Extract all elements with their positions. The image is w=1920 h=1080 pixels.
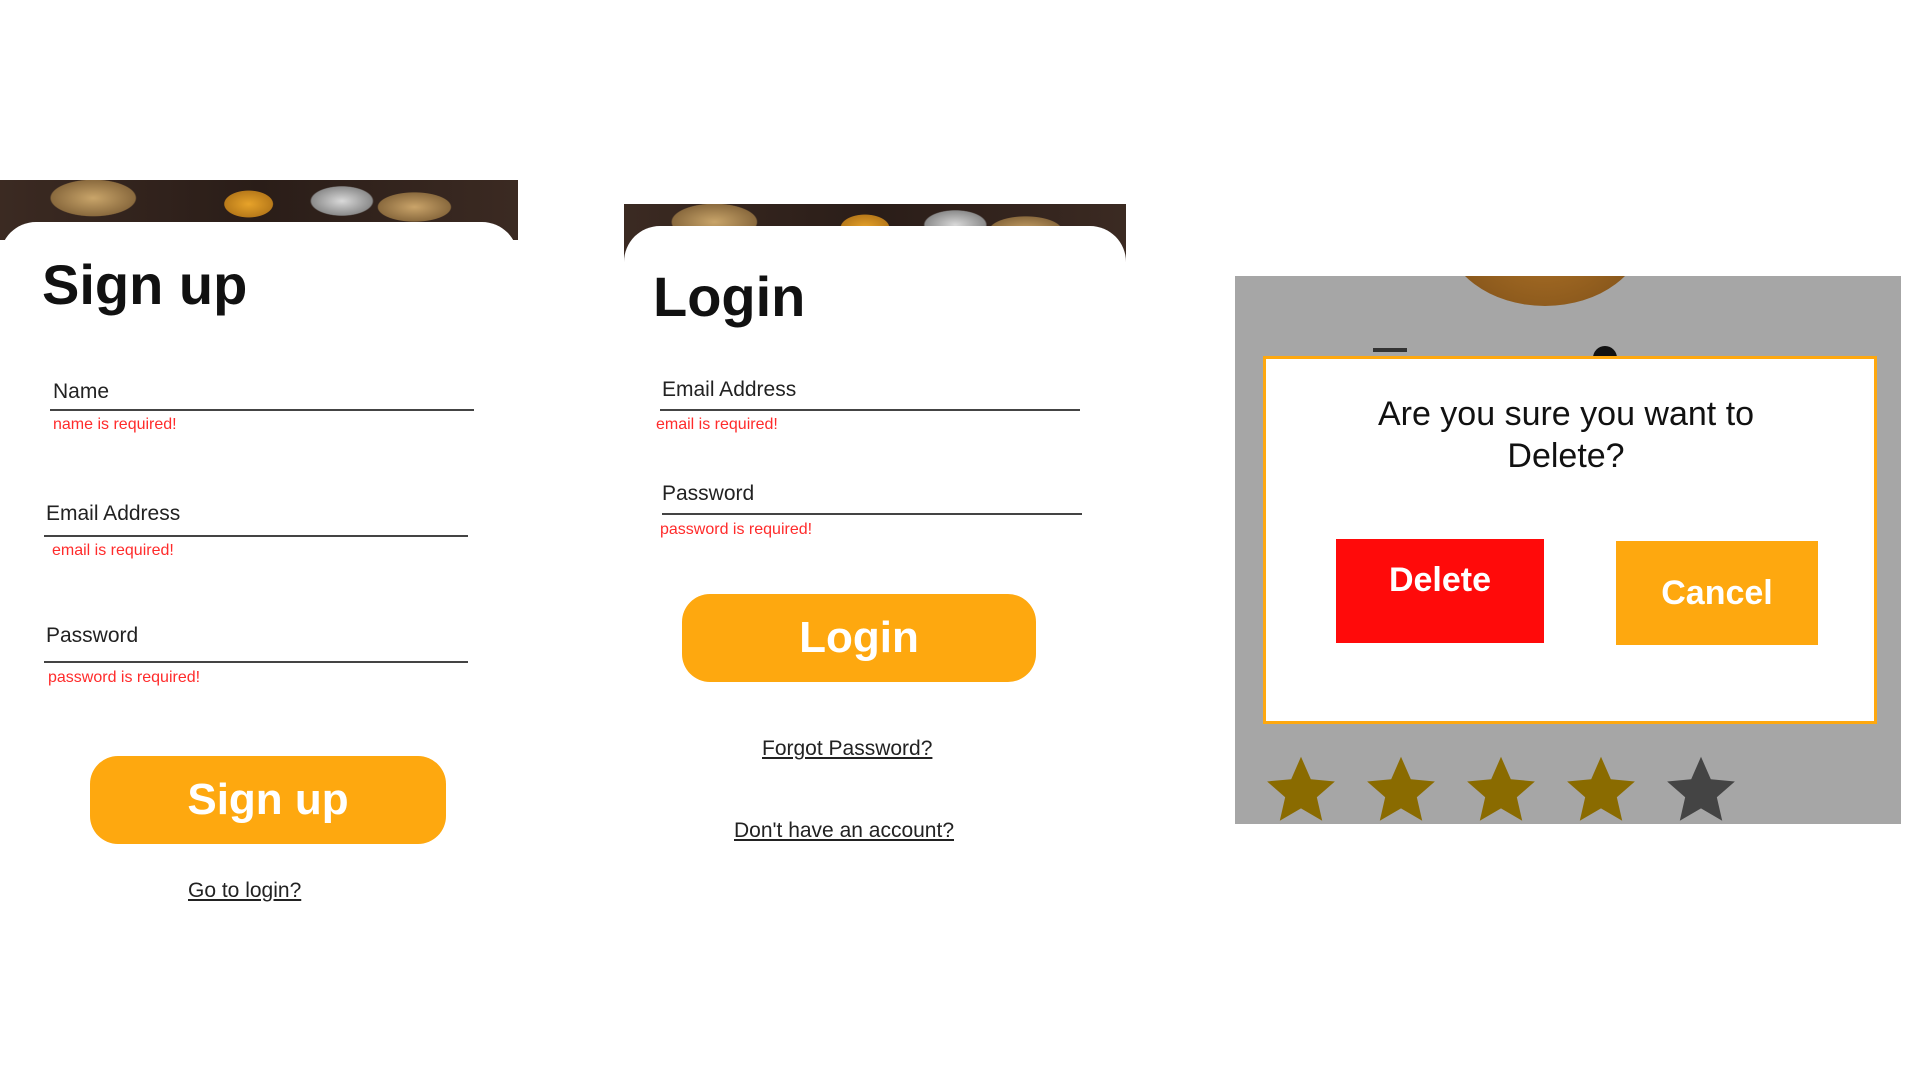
star-icon[interactable] bbox=[1461, 752, 1541, 824]
hamburger-menu-icon[interactable] bbox=[1373, 348, 1407, 352]
password-label: Password bbox=[662, 482, 755, 505]
email-error: email is required! bbox=[52, 542, 174, 559]
name-error: name is required! bbox=[53, 416, 177, 433]
email-error: email is required! bbox=[656, 416, 778, 433]
star-icon[interactable] bbox=[1661, 752, 1741, 824]
password-field[interactable] bbox=[662, 513, 1082, 515]
confirm-dialog: Are you sure you want to Delete? Delete … bbox=[1263, 356, 1877, 724]
email-field[interactable] bbox=[44, 535, 468, 537]
confirm-question: Are you sure you want to Delete? bbox=[1377, 395, 1755, 475]
password-field[interactable] bbox=[44, 661, 468, 663]
name-field[interactable] bbox=[50, 409, 474, 411]
login-button[interactable]: Login bbox=[682, 594, 1036, 682]
login-title: Login bbox=[653, 265, 806, 328]
go-to-login-link[interactable]: Go to login? bbox=[188, 879, 301, 903]
star-icon[interactable] bbox=[1361, 752, 1441, 824]
email-label: Email Address bbox=[46, 502, 181, 525]
email-field[interactable] bbox=[660, 409, 1080, 411]
password-error: password is required! bbox=[48, 669, 201, 686]
no-account-link[interactable]: Don't have an account? bbox=[734, 819, 954, 843]
star-icon[interactable] bbox=[1561, 752, 1641, 824]
delete-button[interactable]: Delete bbox=[1336, 539, 1544, 643]
signup-title: Sign up bbox=[42, 253, 248, 316]
login-screen: Login Email Address email is required! P… bbox=[624, 204, 1126, 884]
star-rating[interactable] bbox=[1261, 752, 1781, 824]
cancel-button[interactable]: Cancel bbox=[1616, 541, 1818, 645]
signup-screen: Sign up Name name is required! Email Add… bbox=[0, 180, 518, 920]
password-error: password is required! bbox=[660, 521, 813, 538]
email-label: Email Address bbox=[662, 378, 797, 401]
forgot-password-link[interactable]: Forgot Password? bbox=[762, 737, 932, 761]
delete-confirm-screen: Are you sure you want to Delete? Delete … bbox=[1235, 276, 1901, 824]
password-label: Password bbox=[46, 624, 139, 647]
star-icon[interactable] bbox=[1261, 752, 1341, 824]
signup-button[interactable]: Sign up bbox=[90, 756, 446, 844]
name-label: Name bbox=[53, 380, 110, 403]
dish-image bbox=[1445, 276, 1645, 306]
